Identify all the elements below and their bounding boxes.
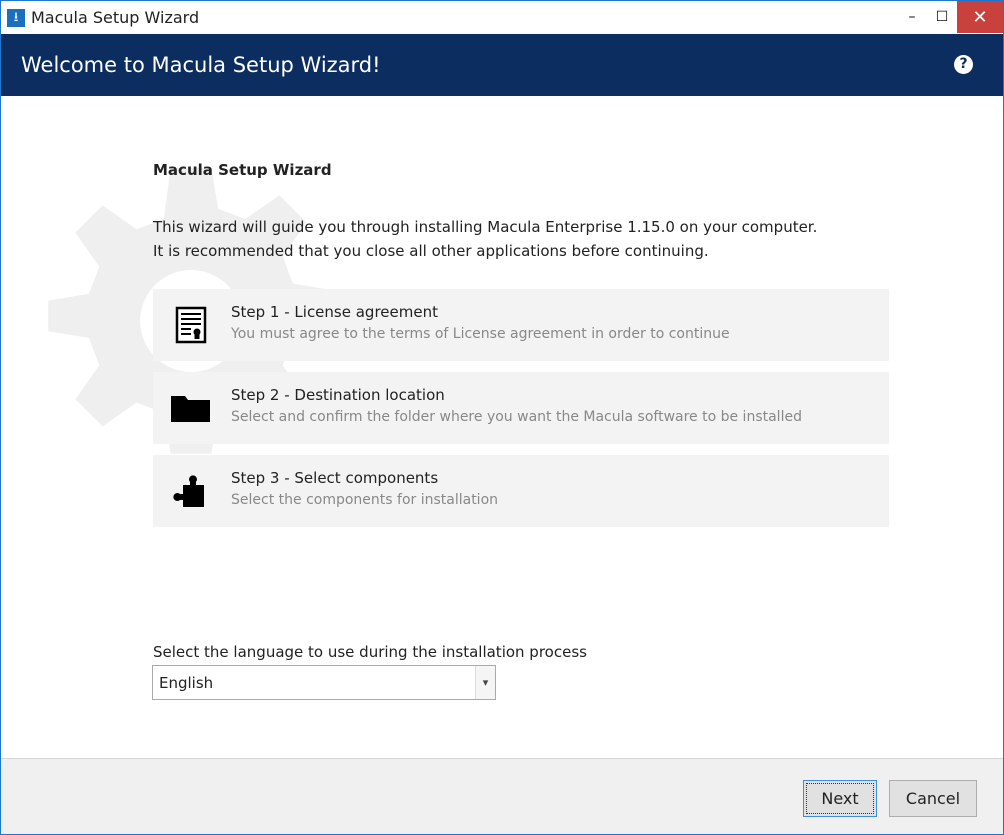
maximize-button[interactable]: ☐ xyxy=(927,1,957,33)
help-icon[interactable]: ? xyxy=(954,55,973,74)
language-selected-value: English xyxy=(159,674,214,692)
step-subtitle: Select the components for installation xyxy=(231,492,499,508)
folder-icon xyxy=(171,396,210,422)
cancel-button[interactable]: Cancel xyxy=(889,780,977,817)
certificate-document-icon xyxy=(175,306,207,344)
language-select[interactable]: English ▾ xyxy=(152,665,496,700)
download-app-icon: ⭳ xyxy=(7,8,25,27)
step-license-agreement: Step 1 - License agreement You must agre… xyxy=(153,289,889,361)
step-destination-location: Step 2 - Destination location Select and… xyxy=(153,372,889,444)
footer-bar: Next Cancel xyxy=(1,758,1003,834)
step-subtitle: You must agree to the terms of License a… xyxy=(231,326,730,342)
title-bar: ⭳ Macula Setup Wizard – ☐ ✕ xyxy=(1,1,1003,34)
step-title: Step 1 - License agreement xyxy=(231,303,438,321)
minimize-button[interactable]: – xyxy=(897,1,927,33)
intro-text-line-1: This wizard will guide you through insta… xyxy=(153,218,818,236)
close-button[interactable]: ✕ xyxy=(957,1,1003,33)
wizard-heading: Macula Setup Wizard xyxy=(153,161,332,179)
language-label: Select the language to use during the in… xyxy=(153,643,587,661)
next-button[interactable]: Next xyxy=(803,780,877,817)
puzzle-piece-icon xyxy=(173,475,204,507)
wizard-header: Welcome to Macula Setup Wizard! ? xyxy=(1,34,1003,96)
step-title: Step 2 - Destination location xyxy=(231,386,445,404)
chevron-down-icon[interactable]: ▾ xyxy=(475,666,495,699)
step-title: Step 3 - Select components xyxy=(231,469,439,487)
step-subtitle: Select and confirm the folder where you … xyxy=(231,409,802,425)
setup-window: ⭳ Macula Setup Wizard – ☐ ✕ Welcome to M… xyxy=(0,0,1004,835)
page-title: Welcome to Macula Setup Wizard! xyxy=(21,53,381,77)
intro-text-line-2: It is recommended that you close all oth… xyxy=(153,242,709,260)
step-select-components: Step 3 - Select components Select the co… xyxy=(153,455,889,527)
window-title: Macula Setup Wizard xyxy=(31,8,200,27)
